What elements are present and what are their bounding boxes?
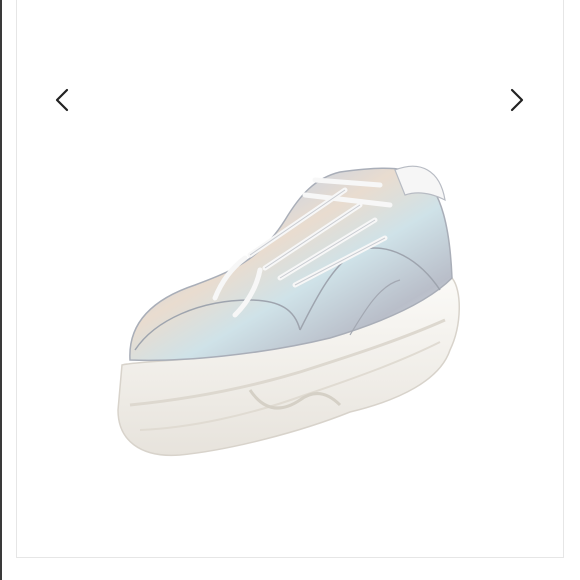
chevron-right-icon [510,88,524,112]
next-image-button[interactable] [500,83,534,117]
product-gallery [0,0,580,580]
page-divider [0,0,2,580]
product-image [117,165,460,457]
previous-image-button[interactable] [45,83,79,117]
chevron-left-icon [55,88,69,112]
